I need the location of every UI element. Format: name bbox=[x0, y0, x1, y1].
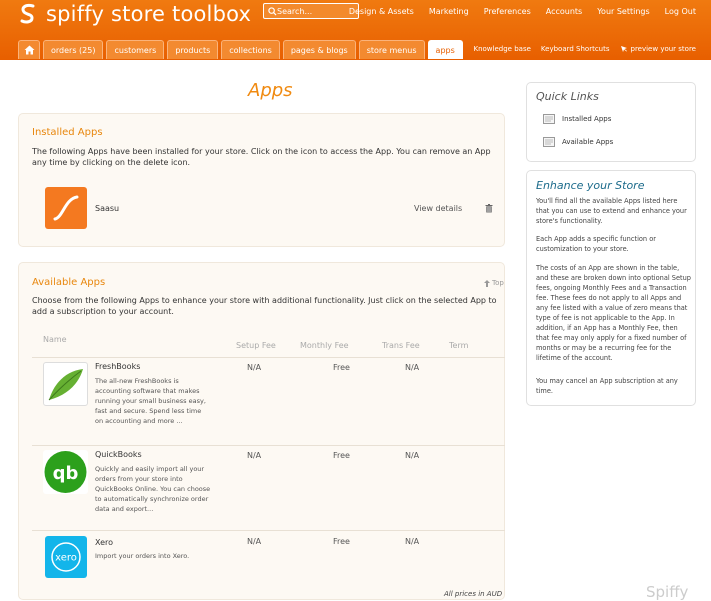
tab-orders[interactable]: orders (25) bbox=[43, 40, 104, 59]
top-bar: spiffy store toolbox Design & Assets Mar… bbox=[0, 0, 711, 60]
xero-icon[interactable]: xero bbox=[45, 536, 87, 578]
monthly-fee-xero: Free bbox=[333, 537, 350, 546]
saasu-logo-icon bbox=[53, 195, 79, 221]
setup-fee-xero: N/A bbox=[247, 537, 262, 546]
installed-apps-panel: Installed Apps The following Apps have b… bbox=[18, 113, 505, 247]
svg-text:xero: xero bbox=[55, 553, 77, 564]
top-link-label: Top bbox=[492, 279, 504, 287]
app-name-quickbooks: QuickBooks bbox=[95, 450, 142, 459]
available-apps-panel: Available Apps Top Choose from the follo… bbox=[18, 262, 505, 600]
tab-store-menus[interactable]: store menus bbox=[358, 40, 425, 59]
available-apps-description: Choose from the following Apps to enhanc… bbox=[32, 296, 497, 316]
quick-link-available[interactable]: Available Apps bbox=[543, 137, 613, 147]
search-input[interactable] bbox=[277, 6, 357, 16]
installed-apps-heading: Installed Apps bbox=[32, 127, 103, 138]
tab-home[interactable] bbox=[18, 40, 40, 59]
app-desc-quickbooks: Quickly and easily import all your order… bbox=[95, 465, 211, 513]
quickbooks-icon[interactable]: qb bbox=[43, 450, 88, 494]
tab-pages-blogs[interactable]: pages & blogs bbox=[282, 40, 356, 59]
monthly-fee-freshbooks: Free bbox=[333, 363, 350, 372]
main-tabs: orders (25) customers products collectio… bbox=[18, 40, 463, 59]
nav-accounts[interactable]: Accounts bbox=[546, 7, 582, 16]
col-setup-fee: Setup Fee bbox=[236, 341, 276, 350]
enhance-para-2: Each App adds a specific function or cus… bbox=[536, 235, 656, 253]
keyboard-shortcuts-link[interactable]: Keyboard Shortcuts bbox=[541, 45, 610, 53]
table-row[interactable]: FreshBooks The all-new FreshBooks is acc… bbox=[32, 358, 505, 445]
trans-fee-xero: N/A bbox=[405, 537, 420, 546]
freshbooks-icon[interactable] bbox=[43, 362, 88, 406]
tab-apps[interactable]: apps bbox=[427, 40, 463, 59]
spiffy-logo-icon bbox=[20, 4, 35, 24]
nav-marketing[interactable]: Marketing bbox=[429, 7, 469, 16]
table-row[interactable]: xero Xero Import your orders into Xero. … bbox=[32, 531, 505, 581]
quick-link-installed[interactable]: Installed Apps bbox=[543, 114, 611, 124]
search-icon bbox=[268, 6, 277, 16]
qb-logo-icon: qb bbox=[44, 451, 87, 493]
saasu-app-icon[interactable] bbox=[45, 187, 87, 229]
trans-fee-quickbooks: N/A bbox=[405, 451, 420, 460]
sub-nav: Knowledge base Keyboard Shortcuts previe… bbox=[474, 45, 697, 53]
installed-app-name: Saasu bbox=[95, 204, 120, 213]
trash-icon[interactable] bbox=[485, 204, 493, 213]
app-name-xero: Xero bbox=[95, 538, 114, 547]
prices-note: All prices in AUD bbox=[444, 590, 503, 598]
tab-customers[interactable]: customers bbox=[106, 40, 165, 59]
top-nav: Design & Assets Marketing Preferences Ac… bbox=[349, 7, 696, 16]
quick-link-installed-label: Installed Apps bbox=[562, 115, 612, 123]
home-icon bbox=[24, 45, 34, 55]
col-term: Term bbox=[449, 341, 469, 350]
logo[interactable]: spiffy store toolbox bbox=[18, 2, 251, 26]
tab-collections[interactable]: collections bbox=[221, 40, 280, 59]
setup-fee-freshbooks: N/A bbox=[247, 363, 262, 372]
table-row[interactable]: qb QuickBooks Quickly and easily import … bbox=[32, 446, 505, 530]
enhance-para-4: You may cancel an App subscription at an… bbox=[536, 377, 678, 395]
col-trans-fee: Trans Fee bbox=[382, 341, 420, 350]
col-monthly-fee: Monthly Fee bbox=[300, 341, 349, 350]
quick-links-title: Quick Links bbox=[536, 90, 599, 103]
app-desc-freshbooks: The all-new FreshBooks is accounting sof… bbox=[95, 377, 206, 425]
watermark: Spiffy bbox=[646, 583, 689, 601]
quick-link-available-label: Available Apps bbox=[562, 138, 614, 146]
app-desc-xero: Import your orders into Xero. bbox=[95, 552, 190, 560]
enhance-para-3: The costs of an App are shown in the tab… bbox=[536, 264, 691, 362]
quick-links-panel: Quick Links Installed Apps Available App… bbox=[526, 82, 696, 162]
document-icon bbox=[543, 114, 555, 124]
nav-preferences[interactable]: Preferences bbox=[484, 7, 531, 16]
app-name-freshbooks: FreshBooks bbox=[95, 362, 141, 371]
document-icon bbox=[543, 137, 555, 147]
setup-fee-quickbooks: N/A bbox=[247, 451, 262, 460]
arrow-up-icon bbox=[484, 279, 490, 287]
installed-apps-description: The following Apps have been installed f… bbox=[32, 147, 491, 167]
nav-log-out[interactable]: Log Out bbox=[665, 7, 696, 16]
xero-logo-icon: xero bbox=[51, 542, 81, 572]
view-details-link[interactable]: View details bbox=[414, 204, 462, 213]
page-title: Apps bbox=[248, 80, 293, 101]
enhance-title: Enhance your Store bbox=[536, 179, 645, 192]
enhance-para-1: You'll find all the available Apps liste… bbox=[536, 197, 687, 225]
svg-text:qb: qb bbox=[53, 463, 79, 484]
preview-icon bbox=[620, 46, 627, 52]
available-apps-heading: Available Apps bbox=[32, 277, 106, 288]
preview-store-label: preview your store bbox=[630, 45, 697, 53]
tab-products[interactable]: products bbox=[167, 40, 219, 59]
top-link[interactable]: Top bbox=[484, 279, 504, 287]
app-title: spiffy store toolbox bbox=[46, 2, 252, 26]
search-box[interactable] bbox=[263, 3, 359, 19]
nav-your-settings[interactable]: Your Settings bbox=[597, 7, 649, 16]
enhance-store-panel: Enhance your Store You'll find all the a… bbox=[526, 170, 696, 406]
col-name: Name bbox=[43, 335, 67, 344]
leaf-icon bbox=[48, 369, 83, 401]
monthly-fee-quickbooks: Free bbox=[333, 451, 350, 460]
preview-store-link[interactable]: preview your store bbox=[620, 45, 697, 53]
trans-fee-freshbooks: N/A bbox=[405, 363, 420, 372]
nav-design-assets[interactable]: Design & Assets bbox=[349, 7, 414, 16]
knowledge-base-link[interactable]: Knowledge base bbox=[474, 45, 531, 53]
